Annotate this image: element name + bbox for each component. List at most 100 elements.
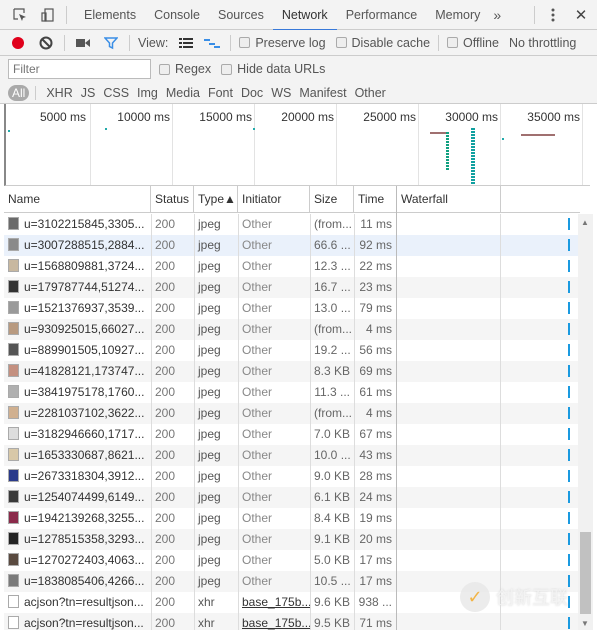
filter-icon[interactable]: [101, 33, 121, 53]
table-row[interactable]: u=1942139268,3255... 200 jpeg Other 8.4 KB 19…: [4, 508, 580, 529]
request-name-cell[interactable]: u=1653330687,8621...: [4, 445, 151, 466]
type-filter-font[interactable]: Font: [204, 86, 237, 100]
inspect-element-icon[interactable]: [10, 5, 30, 25]
type-filter-media[interactable]: Media: [162, 86, 204, 100]
more-tabs-button[interactable]: »: [493, 7, 501, 23]
large-rows-icon[interactable]: [176, 33, 196, 53]
scroll-up-arrow-icon[interactable]: ▲: [581, 218, 589, 227]
request-name-cell[interactable]: u=1521376937,3539...: [4, 298, 151, 319]
status-cell: 200: [155, 322, 176, 336]
column-header-size[interactable]: Size: [310, 186, 354, 213]
request-name-cell[interactable]: u=3102215845,3305...: [4, 214, 151, 235]
table-row[interactable]: u=3007288515,2884... 200 jpeg Other 66.6 ...…: [4, 235, 580, 256]
request-name-cell[interactable]: u=3007288515,2884...: [4, 235, 151, 256]
clear-icon[interactable]: [36, 33, 56, 53]
type-filter-doc[interactable]: Doc: [237, 86, 267, 100]
file-thumbnail-icon: [8, 217, 19, 231]
table-row[interactable]: acjson?tn=resultjson... 200 xhr base_175b..…: [4, 613, 580, 630]
kebab-menu-icon[interactable]: [543, 5, 563, 25]
timeline-overview[interactable]: 5000 ms 10000 ms 15000 ms 20000 ms 25000…: [4, 104, 590, 186]
request-name: acjson?tn=resultjson...: [24, 595, 144, 609]
request-name: u=1254074499,6149...: [24, 490, 145, 504]
status-cell: 200: [155, 490, 176, 504]
tab-console[interactable]: Console: [145, 0, 209, 30]
initiator-cell[interactable]: base_175b...: [238, 592, 310, 613]
offline-checkbox[interactable]: [447, 37, 459, 48]
record-icon[interactable]: [8, 33, 28, 53]
request-name-cell[interactable]: u=3841975178,1760...: [4, 382, 151, 403]
tab-network[interactable]: Network: [272, 0, 337, 31]
time-cell: 28 ms: [359, 469, 392, 483]
table-row[interactable]: u=2673318304,3912... 200 jpeg Other 9.0 KB 28…: [4, 466, 580, 487]
scrollbar-thumb[interactable]: [580, 532, 591, 614]
table-row[interactable]: u=1270272403,4063... 200 jpeg Other 5.0 KB 17…: [4, 550, 580, 571]
type-filter-ws[interactable]: WS: [267, 86, 295, 100]
regex-checkbox[interactable]: [159, 63, 170, 75]
throttling-select[interactable]: No throttling: [509, 36, 576, 50]
table-row[interactable]: u=41828121,173747... 200 jpeg Other 8.3 KB 69…: [4, 361, 580, 382]
request-name-cell[interactable]: acjson?tn=resultjson...: [4, 592, 151, 613]
tab-elements[interactable]: Elements: [75, 0, 145, 30]
device-toolbar-icon[interactable]: [38, 5, 58, 25]
table-row[interactable]: u=889901505,10927... 200 jpeg Other 19.2 ...…: [4, 340, 580, 361]
close-icon[interactable]: ✕: [571, 5, 591, 25]
overview-icon[interactable]: [202, 33, 222, 53]
request-name-cell[interactable]: u=41828121,173747...: [4, 361, 151, 382]
table-row[interactable]: u=3841975178,1760... 200 jpeg Other 11.3 ...…: [4, 382, 580, 403]
column-header-name[interactable]: Name: [4, 186, 151, 213]
request-name-cell[interactable]: u=3182946660,1717...: [4, 424, 151, 445]
tab-performance[interactable]: Performance: [337, 0, 427, 30]
table-row[interactable]: u=2281037102,3622... 200 jpeg Other (from...…: [4, 403, 580, 424]
table-row[interactable]: u=1568809881,3724... 200 jpeg Other 12.3 ...…: [4, 256, 580, 277]
time-cell: 17 ms: [359, 574, 392, 588]
table-row[interactable]: u=1653330687,8621... 200 jpeg Other 10.0 ...…: [4, 445, 580, 466]
table-row[interactable]: u=930925015,66027... 200 jpeg Other (from...…: [4, 319, 580, 340]
request-name-cell[interactable]: u=179787744,51274...: [4, 277, 151, 298]
preserve-log-checkbox[interactable]: [239, 37, 251, 48]
tab-memory[interactable]: Memory: [426, 0, 489, 30]
request-name-cell[interactable]: u=1278515358,3293...: [4, 529, 151, 550]
type-filter-manifest[interactable]: Manifest: [295, 86, 350, 100]
type-filter-xhr[interactable]: XHR: [42, 86, 76, 100]
column-header-type[interactable]: Type▲: [194, 186, 238, 213]
type-filter-css[interactable]: CSS: [99, 86, 133, 100]
request-name-cell[interactable]: u=889901505,10927...: [4, 340, 151, 361]
file-thumbnail-icon: [8, 490, 19, 504]
column-header-status[interactable]: Status: [151, 186, 194, 213]
request-name-cell[interactable]: u=1270272403,4063...: [4, 550, 151, 571]
type-filter-other[interactable]: Other: [351, 86, 390, 100]
table-row[interactable]: u=1521376937,3539... 200 jpeg Other 13.0 ...…: [4, 298, 580, 319]
table-row[interactable]: u=3182946660,1717... 200 jpeg Other 7.0 KB 67…: [4, 424, 580, 445]
filter-input[interactable]: [8, 59, 151, 79]
capture-screenshots-icon[interactable]: [73, 33, 93, 53]
type-filter-all[interactable]: All: [8, 84, 30, 101]
request-name-cell[interactable]: u=1838085406,4266...: [4, 571, 151, 592]
disable-cache-checkbox[interactable]: [335, 37, 347, 48]
request-name-cell[interactable]: u=2673318304,3912...: [4, 466, 151, 487]
table-row[interactable]: u=1278515358,3293... 200 jpeg Other 9.1 KB 20…: [4, 529, 580, 550]
type-filter-img[interactable]: Img: [133, 86, 162, 100]
hide-data-urls-checkbox[interactable]: [221, 63, 233, 75]
request-name-cell[interactable]: acjson?tn=resultjson...: [4, 613, 151, 630]
table-row[interactable]: u=179787744,51274... 200 jpeg Other 16.7 ...…: [4, 277, 580, 298]
request-name-cell[interactable]: u=1568809881,3724...: [4, 256, 151, 277]
waterfall-bar: [568, 344, 570, 356]
request-name-cell[interactable]: u=1254074499,6149...: [4, 487, 151, 508]
tab-sources[interactable]: Sources: [209, 0, 273, 30]
size-cell: 7.0 KB: [314, 427, 351, 441]
column-header-time[interactable]: Time: [354, 186, 397, 213]
table-scrollbar[interactable]: ▲ ▼: [578, 214, 593, 630]
request-name-cell[interactable]: u=930925015,66027...: [4, 319, 151, 340]
request-name-cell[interactable]: u=1942139268,3255...: [4, 508, 151, 529]
table-row[interactable]: u=1254074499,6149... 200 jpeg Other 6.1 KB 24…: [4, 487, 580, 508]
scroll-down-arrow-icon[interactable]: ▼: [581, 619, 589, 628]
waterfall-bar: [568, 533, 570, 545]
time-cell: 61 ms: [359, 385, 392, 399]
request-name-cell[interactable]: u=2281037102,3622...: [4, 403, 151, 424]
type-filter-js[interactable]: JS: [77, 86, 100, 100]
column-header-initiator[interactable]: Initiator: [238, 186, 310, 213]
initiator-cell: Other: [242, 280, 273, 294]
column-header-waterfall[interactable]: Waterfall: [397, 186, 501, 213]
table-row[interactable]: u=3102215845,3305... 200 jpeg Other (from...…: [4, 214, 580, 235]
initiator-cell[interactable]: base_175b...: [238, 613, 310, 630]
